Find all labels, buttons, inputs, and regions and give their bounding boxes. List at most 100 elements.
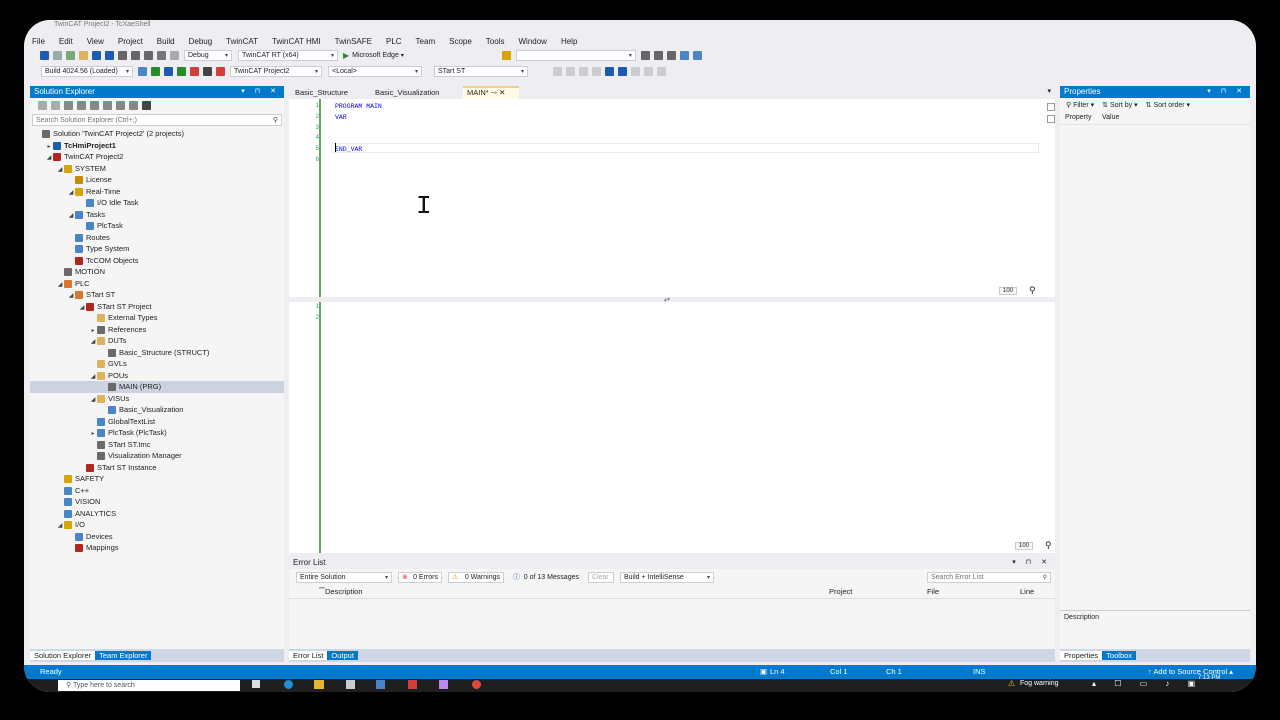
close-icon[interactable]: ✕ [499, 88, 505, 97]
tool-icon[interactable] [640, 51, 650, 60]
taskbar-search-input[interactable]: ⚲ Type here to search [58, 680, 240, 691]
tree-item[interactable]: Routes [30, 232, 284, 244]
settings-icon[interactable] [666, 51, 676, 60]
cut-icon[interactable] [118, 51, 127, 60]
tree-item[interactable]: Basic_Visualization [30, 404, 284, 416]
tree-item[interactable]: I/O Idle Task [30, 197, 284, 209]
zoom-level-bottom[interactable]: 100 [1015, 542, 1034, 550]
store-icon[interactable] [346, 680, 355, 689]
tree-item[interactable]: Visualization Manager [30, 450, 284, 462]
pin-icon[interactable]: ⊸ [491, 88, 497, 97]
project-select[interactable]: TwinCAT Project2 ▾ [230, 66, 322, 77]
zoom-level-top[interactable]: 100 [999, 287, 1018, 295]
table-view-icon[interactable] [1047, 115, 1055, 123]
menu-team[interactable]: Team [416, 37, 436, 46]
code-line[interactable]: PROGRAM MAIN [335, 103, 382, 110]
tree-item[interactable]: ◢ STart ST [30, 289, 284, 301]
tree-item[interactable]: STart ST Instance [30, 462, 284, 474]
undo-icon[interactable] [157, 51, 166, 60]
scan-icon[interactable] [203, 67, 212, 76]
wrench-icon[interactable] [653, 51, 663, 60]
tree-item[interactable]: ▸ TcHmiProject1 [30, 140, 284, 152]
explorer-icon[interactable] [314, 680, 324, 689]
mail-icon[interactable] [376, 680, 385, 689]
tab-solution-explorer[interactable]: Solution Explorer [30, 651, 96, 660]
step-over-icon[interactable] [618, 67, 627, 76]
panel-controls[interactable]: ▾ ⊓ ✕ [1012, 557, 1051, 569]
tree-item[interactable]: ◢ POUs [30, 370, 284, 382]
messages-filter-button[interactable]: ⓘ 0 of 13 Messages [510, 572, 582, 583]
watch-icon[interactable] [657, 67, 666, 76]
declaration-pane[interactable]: 1 PROGRAM MAIN 2 VAR 3 4 5 END_VAR 6 [289, 99, 1055, 299]
back-icon[interactable] [38, 100, 47, 110]
switch-views-icon[interactable] [77, 100, 86, 110]
tree-item[interactable]: ▸ References [30, 324, 284, 336]
menu-twincat-hmi[interactable]: TwinCAT HMI [272, 37, 321, 46]
tree-item[interactable]: MOTION [30, 266, 284, 278]
paste-icon[interactable] [144, 51, 153, 60]
tree-item[interactable]: ◢ DUTs [30, 335, 284, 347]
tree-item[interactable]: STart ST.tmc [30, 439, 284, 451]
column-line[interactable]: Line [1020, 587, 1034, 596]
target-icon[interactable] [190, 67, 199, 76]
find-icon[interactable] [501, 51, 511, 60]
build-select[interactable]: Build 4024.56 (Loaded) ▾ [41, 66, 133, 77]
column-project[interactable]: Project [829, 587, 852, 596]
tree-item[interactable]: GVLs [30, 358, 284, 370]
tree-item[interactable]: Mappings [30, 542, 284, 554]
tree-item[interactable]: ANALYTICS [30, 508, 284, 520]
history-icon[interactable] [90, 100, 99, 110]
forward-icon[interactable] [53, 51, 62, 60]
task-view-icon[interactable] [252, 680, 260, 688]
chevron-down-icon[interactable]: ▾ [1047, 87, 1051, 95]
tree-item[interactable]: External Types [30, 312, 284, 324]
scope-select[interactable]: Entire Solution ▾ [296, 571, 392, 583]
tree-item[interactable]: C++ [30, 485, 284, 497]
layout-icon[interactable] [692, 51, 702, 60]
clock[interactable]: 7:13 PM [1198, 675, 1220, 681]
chevron-down-icon[interactable]: ▾ [401, 52, 404, 59]
stop-plc-icon[interactable] [579, 67, 588, 76]
menu-plc[interactable]: PLC [386, 37, 402, 46]
code-editor[interactable]: 1 PROGRAM MAIN 2 VAR 3 4 5 END_VAR 6 100 ⚲ ▴▾ 12… [289, 99, 1055, 553]
tray-icons[interactable]: ▴ ☐ ▭ ♪ ▣ [1092, 679, 1203, 688]
build-source-select[interactable]: Build + IntelliSense ▾ [620, 571, 714, 583]
step-out-icon[interactable] [631, 67, 640, 76]
platform-select[interactable]: TwinCAT RT (x64) ▾ [238, 50, 338, 61]
save-all-icon[interactable] [105, 51, 114, 60]
chrome-icon[interactable] [472, 680, 481, 689]
tab-toolbox[interactable]: Toolbox [1102, 651, 1137, 660]
menu-edit[interactable]: Edit [59, 37, 73, 46]
menu-build[interactable]: Build [157, 37, 175, 46]
zoom-icon[interactable]: ⚲ [1045, 540, 1052, 551]
login-icon[interactable] [553, 67, 562, 76]
warnings-filter-button[interactable]: ⚠ 0 Warnings [448, 571, 504, 583]
menu-project[interactable]: Project [118, 37, 143, 46]
tree-item[interactable]: MAIN (PRG) [30, 381, 284, 393]
tab-main[interactable]: MAIN* ⊸ ✕ [463, 86, 519, 99]
toggle-icon[interactable] [216, 67, 225, 76]
declaration-view-icon[interactable] [1047, 103, 1055, 111]
pin-icon[interactable] [142, 100, 151, 110]
tab-output[interactable]: Output [327, 651, 358, 660]
restart-icon[interactable] [177, 67, 186, 76]
tree-item[interactable]: Solution 'TwinCAT Project2' (2 projects) [30, 128, 284, 140]
tree-item[interactable]: Basic_Structure (STRUCT) [30, 347, 284, 359]
properties-icon[interactable] [129, 100, 138, 110]
column-file[interactable]: File [927, 587, 939, 596]
tab-basic-structure[interactable]: Basic_Structure [291, 86, 352, 99]
column-property[interactable]: Property [1065, 114, 1091, 121]
save-icon[interactable] [92, 51, 101, 60]
forward-icon[interactable] [51, 100, 60, 110]
panel-controls[interactable]: ▾ ⊓ ✕ [1207, 86, 1246, 98]
back-icon[interactable] [40, 51, 49, 60]
menu-twincat[interactable]: TwinCAT [226, 37, 258, 46]
menu-window[interactable]: Window [518, 37, 546, 46]
tree-item[interactable]: License [30, 174, 284, 186]
tree-item[interactable]: Type System [30, 243, 284, 255]
start-plc-icon[interactable] [566, 67, 575, 76]
menu-twinsafe[interactable]: TwinSAFE [335, 37, 372, 46]
tree-item[interactable]: ◢ I/O [30, 519, 284, 531]
menu-tools[interactable]: Tools [486, 37, 505, 46]
menu-file[interactable]: File [32, 37, 45, 46]
